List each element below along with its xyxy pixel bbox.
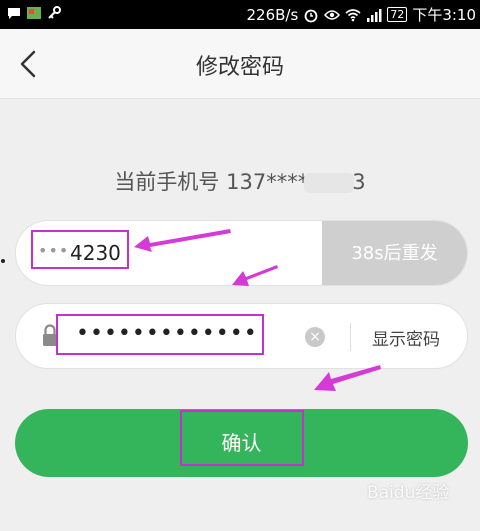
verification-code-input[interactable]: 4230 [70, 241, 121, 265]
app-bar: 修改密码 [0, 29, 480, 99]
image-icon [27, 7, 41, 19]
network-speed: 226B/s [246, 5, 299, 24]
phone-label: 当前手机号 [114, 170, 220, 194]
wifi-icon [345, 8, 361, 21]
phone-suffix: 3 [352, 170, 366, 194]
resend-code-button[interactable]: 38s后重发 [322, 221, 467, 285]
notification-icons [6, 5, 62, 21]
divider [350, 323, 351, 351]
alarm-icon [304, 9, 318, 22]
lock-icon [43, 324, 57, 346]
status-bar: 226B/s 72 下午3:10 [0, 0, 480, 29]
stray-dot [1, 259, 5, 263]
show-password-toggle[interactable]: 显示密码 [372, 325, 440, 350]
page-title: 修改密码 [195, 55, 284, 80]
battery-indicator: 72 [387, 7, 408, 22]
clock: 下午3:10 [412, 6, 476, 24]
masked-digits [304, 173, 355, 193]
watermark: Baidu经验 [367, 483, 450, 503]
verification-code-field[interactable]: ••• 4230 38s后重发 [15, 220, 468, 286]
confirm-button[interactable]: 确认 [15, 409, 468, 477]
phone-prefix: 137**** [226, 170, 309, 194]
current-phone-number: 当前手机号 137**** 3 [0, 166, 480, 196]
key-icon [48, 6, 61, 19]
signal-icon [367, 8, 382, 22]
code-icon: ••• [38, 241, 70, 260]
chat-bubble-icon [8, 8, 20, 19]
new-password-field[interactable]: ••••••••••••• × 显示密码 [15, 303, 468, 369]
eye-icon [324, 9, 341, 20]
status-icons: 226B/s 72 下午3:10 [247, 4, 476, 25]
clear-icon[interactable]: × [305, 327, 325, 347]
password-input[interactable]: ••••••••••••• [76, 321, 258, 346]
